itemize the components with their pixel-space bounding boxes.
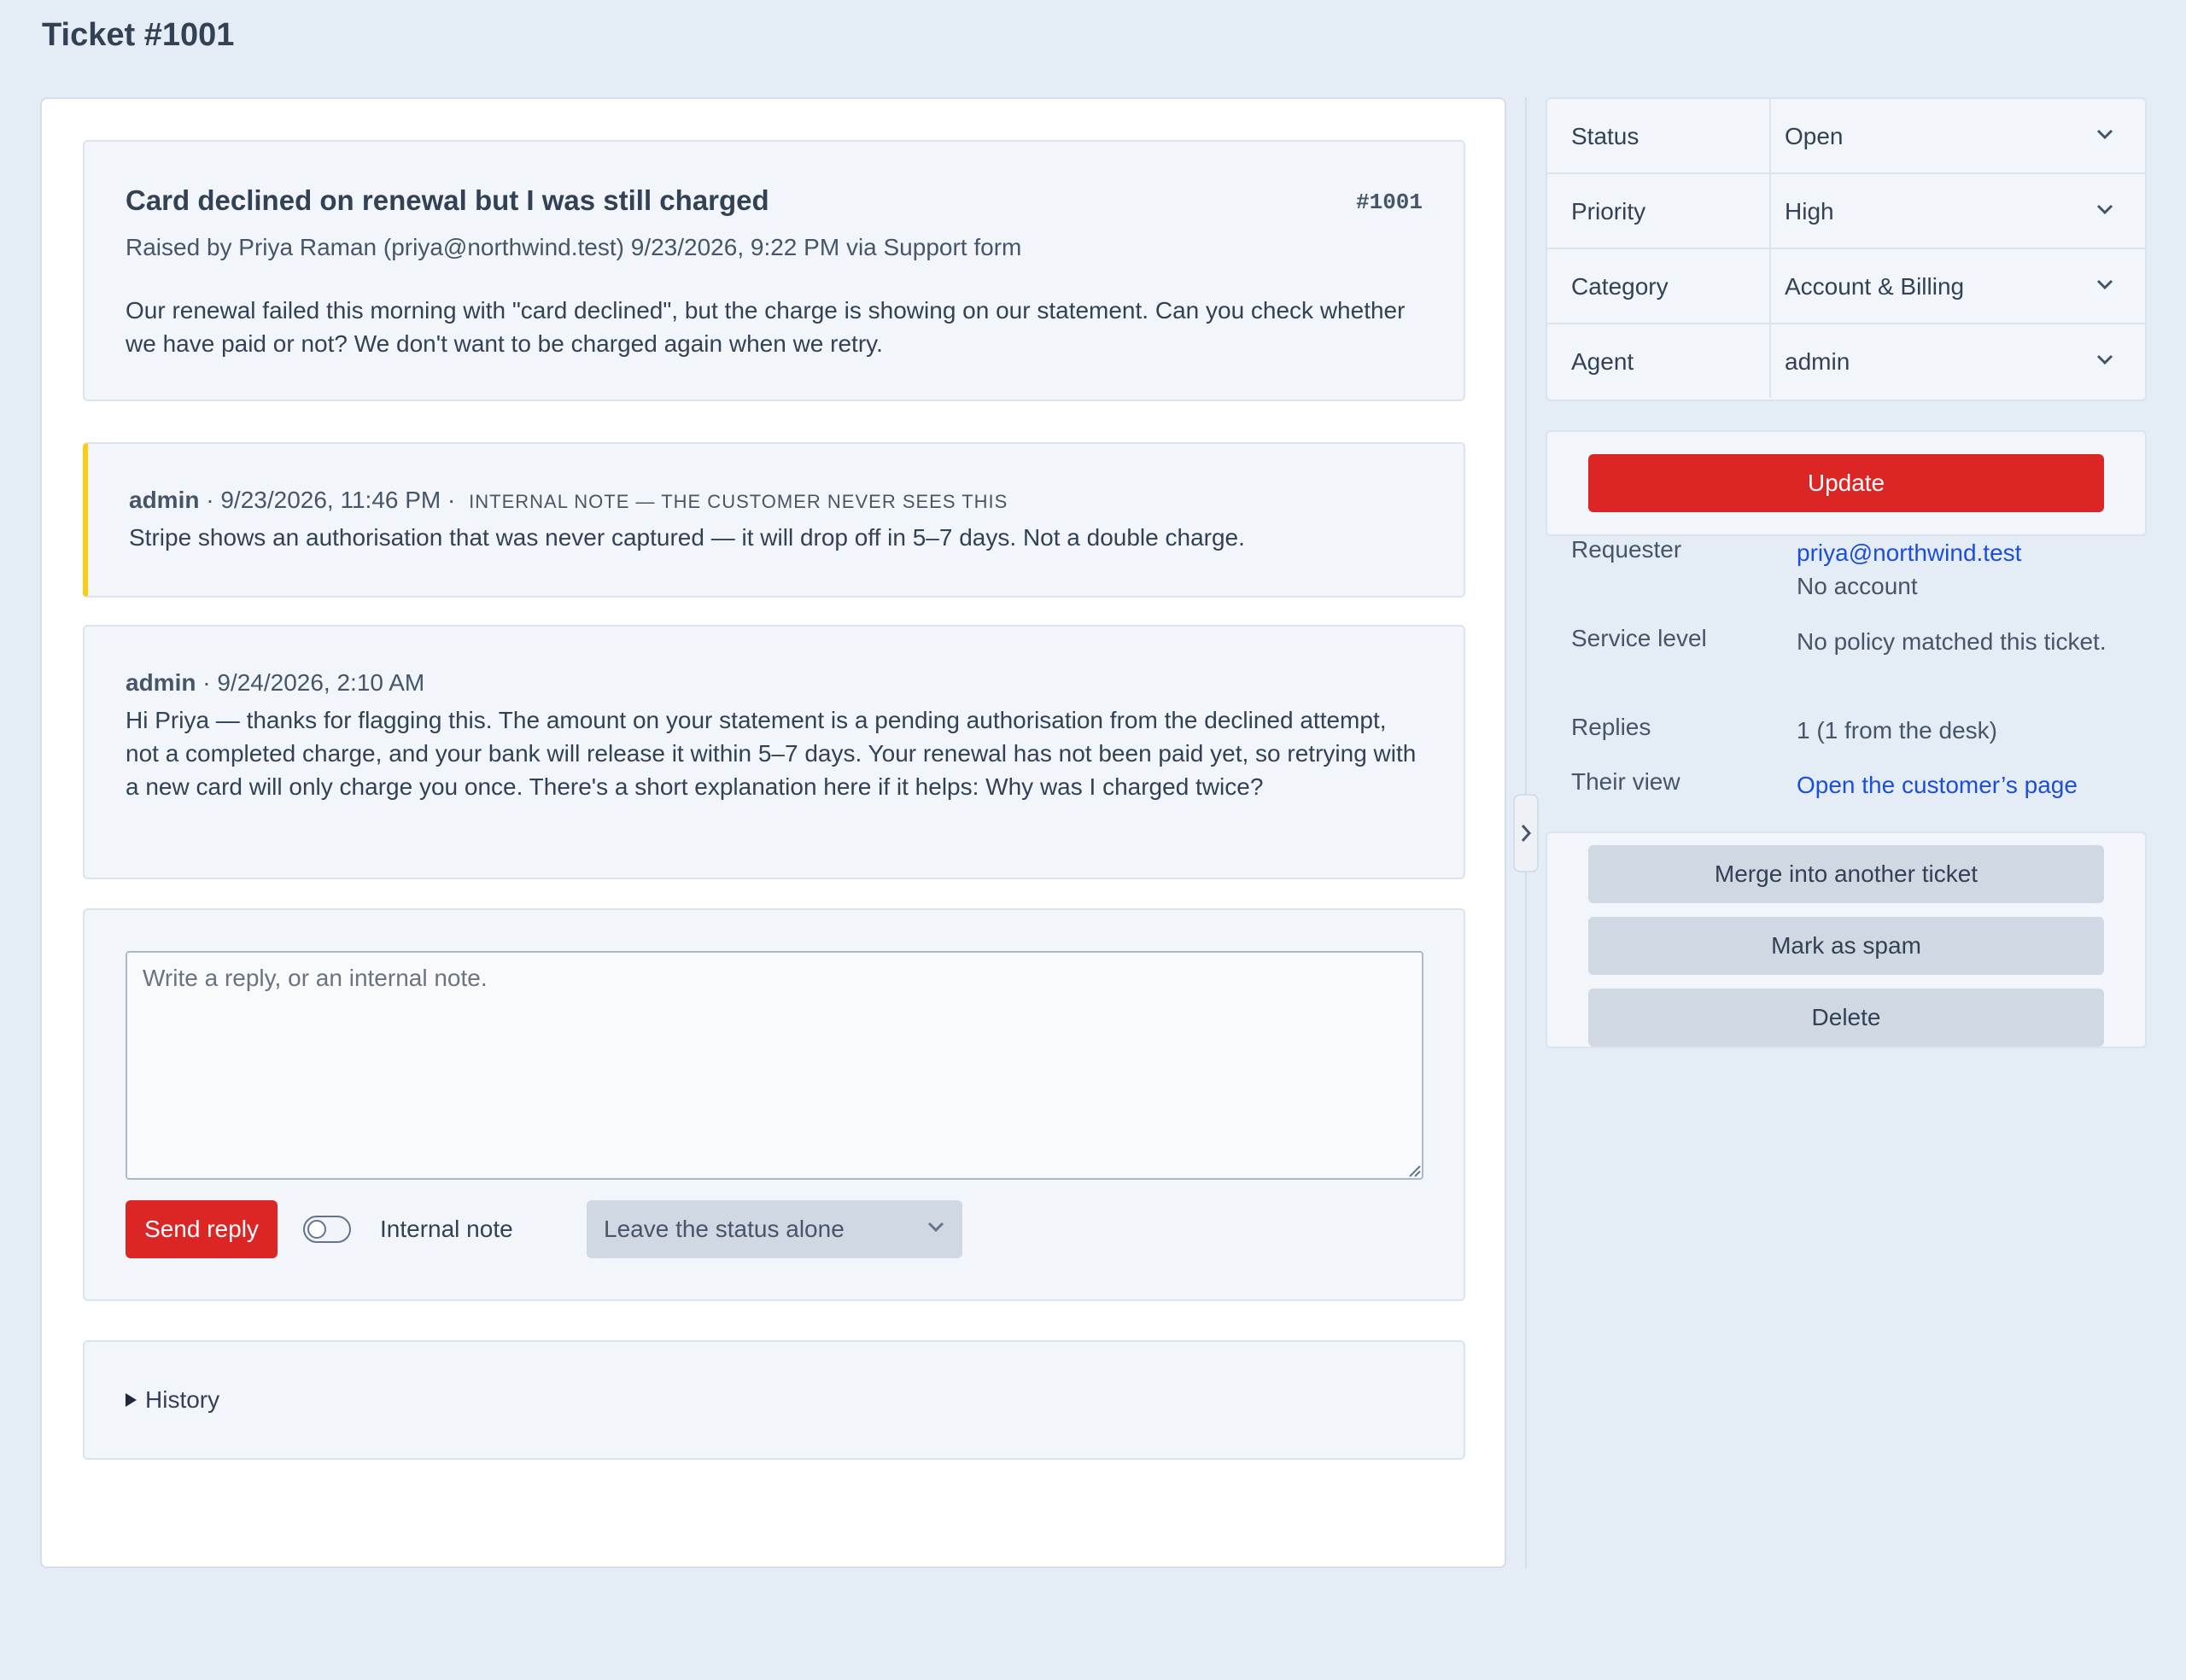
resize-grip-icon[interactable]: [1406, 1163, 1422, 1178]
delete-ticket-button[interactable]: Delete: [1588, 989, 2104, 1047]
chevron-down-icon: [927, 1222, 944, 1233]
chevron-down-icon: [2096, 279, 2113, 290]
agent-select-value: admin: [1785, 348, 1850, 375]
mark-spam-button[interactable]: Mark as spam: [1588, 917, 2104, 975]
requester-label: Requester: [1571, 536, 1682, 563]
header-separator: ·: [196, 669, 218, 696]
status-after-reply-select[interactable]: Leave the status alone: [587, 1200, 962, 1258]
category-select[interactable]: Account & Billing: [1769, 249, 2147, 323]
reply-input[interactable]: [126, 951, 1423, 1180]
chevron-down-icon: [2096, 354, 2113, 365]
field-status: Status Open: [1547, 99, 2145, 174]
merge-ticket-button[interactable]: Merge into another ticket: [1588, 845, 2104, 903]
triangle-right-icon: [126, 1393, 137, 1407]
internal-note-author: admin: [129, 487, 200, 513]
replies-value: 1 (1 from the desk): [1797, 717, 1997, 744]
internal-note-header: admin · 9/23/2026, 11:46 PM · Internal n…: [129, 487, 1008, 514]
internal-note-card: admin · 9/23/2026, 11:46 PM · Internal n…: [83, 442, 1465, 598]
chevron-down-icon: [2096, 204, 2113, 215]
requester-account: No account: [1797, 573, 1918, 599]
internal-note-time: 9/23/2026, 11:46 PM: [220, 487, 441, 513]
field-category: Category Account & Billing: [1547, 249, 2145, 324]
field-priority-label: Priority: [1571, 198, 1646, 225]
field-category-label: Category: [1571, 273, 1669, 300]
open-customer-page-link[interactable]: Open the customer’s page: [1797, 772, 2078, 798]
collapse-sidebar-handle[interactable]: [1513, 794, 1539, 872]
status-select[interactable]: Open: [1769, 99, 2147, 172]
header-separator: ·: [441, 487, 463, 513]
reply-author: admin: [126, 669, 196, 696]
ticket-body: Our renewal failed this morning with "ca…: [126, 297, 1406, 357]
ticket-description-card: Card declined on renewal but I was still…: [83, 140, 1465, 401]
internal-note-tag: Internal note — the customer never sees …: [469, 491, 1008, 512]
category-select-value: Account & Billing: [1785, 273, 1965, 300]
update-button[interactable]: Update: [1588, 454, 2104, 512]
ticket-fields-card: Status Open Priority High Category Accou…: [1546, 97, 2147, 401]
ticket-actions-card: Merge into another ticket Mark as spam D…: [1546, 831, 2147, 1048]
history-toggle[interactable]: History: [126, 1386, 219, 1414]
reply-message-card: admin · 9/24/2026, 2:10 AM Hi Priya — th…: [83, 625, 1465, 879]
priority-select-value: High: [1785, 198, 1834, 225]
reply-header: admin · 9/24/2026, 2:10 AM: [126, 669, 424, 697]
chevron-right-icon: [1521, 825, 1532, 842]
update-card: Update: [1546, 430, 2147, 536]
requester-email-link[interactable]: priya@northwind.test: [1797, 536, 2138, 569]
internal-note-toggle[interactable]: [303, 1216, 351, 1243]
header-separator: ·: [199, 487, 221, 513]
field-status-label: Status: [1571, 123, 1640, 149]
replies-label: Replies: [1571, 714, 1651, 740]
chevron-down-icon: [2096, 129, 2113, 140]
internal-note-label: Internal note: [380, 1216, 513, 1242]
status-select-value: Open: [1785, 123, 1844, 149]
field-agent: Agent admin: [1547, 324, 2145, 400]
ticket-number: #1001: [1355, 190, 1423, 215]
agent-select[interactable]: admin: [1769, 324, 2147, 398]
composer-card: Send reply Internal note Leave the statu…: [83, 908, 1465, 1301]
history-card: History: [83, 1340, 1465, 1460]
reply-time: 9/24/2026, 2:10 AM: [217, 669, 425, 696]
priority-select[interactable]: High: [1769, 174, 2147, 248]
service-level-label: Service level: [1571, 625, 1707, 651]
field-priority: Priority High: [1547, 174, 2145, 249]
their-view-value: Open the customer’s page: [1797, 768, 2138, 802]
status-after-reply-value: Leave the status alone: [604, 1216, 845, 1242]
internal-note-body: Stripe shows an authorisation that was n…: [129, 524, 1245, 551]
ticket-thread-panel: Card declined on renewal but I was still…: [40, 97, 1506, 1568]
send-reply-button[interactable]: Send reply: [126, 1200, 278, 1258]
history-label: History: [145, 1386, 220, 1413]
page-title: Ticket #1001: [42, 17, 235, 53]
toggle-knob: [307, 1220, 326, 1239]
ticket-subject: Card declined on renewal but I was still…: [126, 184, 769, 216]
field-agent-label: Agent: [1571, 348, 1634, 375]
requester-value: priya@northwind.test No account: [1797, 536, 2138, 603]
their-view-label: Their view: [1571, 768, 1680, 795]
service-level-value: No policy matched this ticket.: [1797, 628, 2107, 655]
ticket-meta: Raised by Priya Raman (priya@northwind.t…: [126, 234, 1022, 260]
reply-body: Hi Priya — thanks for flagging this. The…: [126, 707, 1417, 800]
